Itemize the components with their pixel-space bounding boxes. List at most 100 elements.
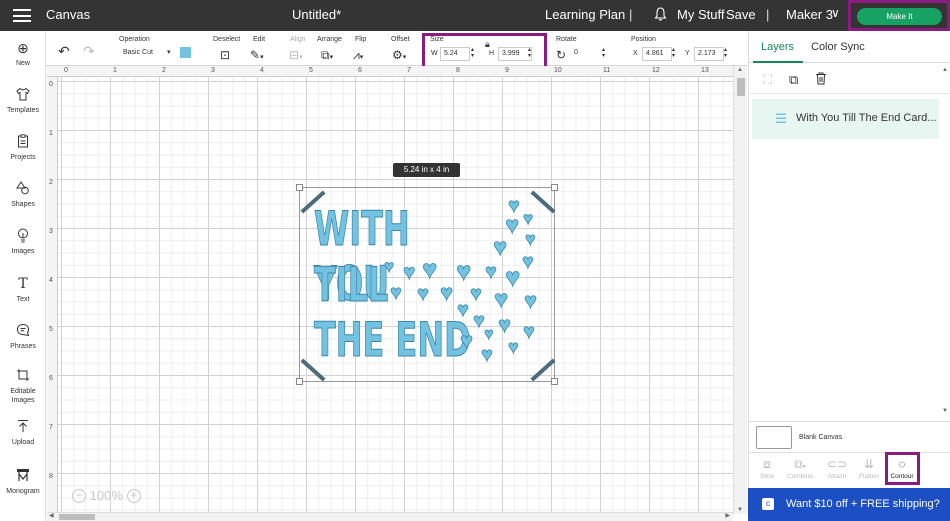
heart-shape: ♥ (470, 283, 483, 305)
scroll-up-arrow-icon[interactable]: ▲ (737, 67, 743, 73)
resize-handle[interactable] (296, 184, 303, 191)
resize-handle[interactable] (551, 378, 558, 385)
ruler-number: 3 (211, 67, 215, 74)
tab-color-sync[interactable]: Color Sync (811, 41, 865, 53)
combine-button[interactable]: ⧉▾ Combine (785, 457, 815, 480)
machine-select[interactable]: Maker 3 (786, 7, 833, 22)
offset-icon[interactable]: ⚙▾ (392, 48, 406, 62)
selected-design[interactable]: WITH YOU TILL THE END ♥ ♥ ♥ ♥ ♥ ♥ ♥ ♥ ♥ … (296, 184, 558, 385)
undo-icon[interactable]: ↶ (58, 43, 70, 60)
zoom-level: 100% (89, 488, 123, 504)
duplicate-icon[interactable]: ⧉ (789, 72, 798, 88)
trash-icon[interactable] (815, 72, 827, 88)
ruler-number: 5 (309, 67, 313, 74)
group-icon[interactable]: ⛶ (763, 72, 772, 88)
sidebar-item-label: Images (11, 248, 35, 255)
layers-scrollbar[interactable]: ▲ ▼ (942, 67, 950, 417)
sidebar-item-editable-images[interactable]: Editable Images (0, 368, 46, 405)
make-it-highlight: Make It (848, 0, 950, 31)
sidebar-item-text[interactable]: T Text (0, 276, 46, 304)
ruler-number: 6 (49, 375, 53, 382)
sidebar-item-shapes[interactable]: Shapes (0, 181, 46, 209)
canvas-color-swatch[interactable] (756, 426, 792, 449)
save-button[interactable]: Save (726, 7, 756, 22)
ruler-number: 4 (260, 67, 264, 74)
heart-shape: ♥ (417, 283, 430, 305)
heart-shape: ♥ (498, 312, 512, 337)
chevron-down-icon[interactable]: ∨ (831, 6, 840, 20)
scroll-thumb[interactable] (737, 78, 745, 96)
heart-shape: ♥ (484, 326, 494, 343)
sidebar-item-phrases[interactable]: Phrases (0, 323, 46, 351)
arrange-icon[interactable]: ⧉▾ (321, 48, 333, 63)
flip-icon[interactable]: ⩘▾ (353, 48, 363, 63)
learning-plan-link[interactable]: Learning Plan (545, 7, 625, 22)
bell-icon[interactable] (654, 7, 667, 24)
position-y-input[interactable]: 2.173 (694, 47, 724, 61)
document-title[interactable]: Untitled* (292, 7, 341, 22)
upload-icon (0, 419, 46, 435)
heart-shape: ♥ (456, 256, 472, 286)
operation-color-swatch[interactable] (180, 47, 191, 58)
sidebar-item-upload[interactable]: Upload (0, 419, 46, 447)
scroll-right-arrow-icon[interactable]: ▶ (725, 512, 730, 519)
shapes-icon (0, 181, 46, 197)
app-title: Canvas (46, 7, 91, 22)
pos-x-stepper[interactable]: ▴ ▾ (672, 47, 675, 59)
projects-icon (0, 134, 46, 150)
heart-shape: ♥ (390, 282, 403, 304)
heart-shape: ♥ (481, 344, 494, 366)
zoom-in-button[interactable]: + (126, 488, 141, 503)
make-it-button[interactable]: Make It (857, 8, 942, 25)
scroll-down-arrow-icon[interactable]: ▼ (737, 507, 743, 513)
sidebar-item-monogram[interactable]: Monogram (0, 468, 46, 496)
scroll-down-arrow-icon[interactable]: ▼ (942, 408, 948, 414)
canvas-vertical-scrollbar[interactable]: ▲ ▼ (733, 66, 747, 514)
heart-shape: ♥ (384, 257, 395, 276)
slice-button[interactable]: ⧈ Slice (752, 457, 782, 480)
attach-button[interactable]: ⊂⊃ Attach (822, 457, 852, 480)
zoom-out-button[interactable]: − (72, 488, 86, 503)
zoom-control: − 100% + (72, 487, 141, 503)
my-stuff-link[interactable]: My Stuff (677, 7, 724, 22)
deselect-label: Deselect (213, 36, 241, 43)
blank-canvas-row[interactable]: Blank Canvas (749, 421, 950, 453)
redo-icon[interactable]: ↷ (83, 43, 95, 60)
promo-banner[interactable]: c Want $10 off + FREE shipping? (748, 488, 950, 521)
position-x-input[interactable]: 4.861 (642, 47, 672, 61)
chevron-down-icon[interactable]: ▾ (167, 48, 171, 56)
card-corner-slot (530, 190, 556, 214)
sidebar-item-templates[interactable]: Templates (0, 87, 46, 115)
scroll-thumb[interactable] (59, 514, 95, 520)
sidebar-item-label: Projects (10, 154, 36, 161)
pencil-icon[interactable]: ✎▾ (250, 48, 264, 62)
hamburger-menu-icon[interactable] (13, 9, 31, 22)
heart-shape: ♥ (460, 328, 474, 353)
heart-shape: ♥ (522, 251, 535, 273)
plus-circle-icon: ⊕ (17, 40, 29, 56)
heart-shape: ♥ (493, 234, 508, 261)
rotate-stepper[interactable]: ▴ ▾ (602, 47, 605, 59)
sidebar-item-new[interactable]: ⊕ New (0, 40, 46, 68)
rotate-input[interactable]: 0 (571, 47, 601, 61)
promo-icon: c (762, 498, 774, 510)
sidebar-item-label: Upload (11, 439, 35, 446)
ruler-number: 0 (64, 67, 68, 74)
layer-item[interactable]: ▬▬ ▬▬ ▬▬ With You Till The End Card... (752, 99, 939, 139)
sidebar-item-label: Phrases (10, 343, 36, 350)
sidebar-item-projects[interactable]: Projects (0, 134, 46, 162)
deselect-icon[interactable]: ⊡ (220, 48, 230, 62)
scroll-left-arrow-icon[interactable]: ◀ (49, 512, 54, 519)
sidebar-item-images[interactable]: Images (0, 228, 46, 256)
flatten-button[interactable]: ⇊ Flatten (854, 457, 884, 480)
ruler-number: 4 (49, 277, 53, 284)
align-icon[interactable]: ⊟▾ (289, 48, 303, 62)
ruler-number: 10 (554, 67, 562, 74)
tab-layers[interactable]: Layers (761, 41, 794, 53)
canvas-horizontal-scrollbar[interactable]: ◀ ▶ (47, 512, 733, 521)
tool-label: Attach (827, 473, 847, 480)
scroll-up-arrow-icon[interactable]: ▲ (942, 67, 948, 73)
resize-handle[interactable] (551, 184, 558, 191)
resize-handle[interactable] (296, 378, 303, 385)
pos-y-stepper[interactable]: ▴ ▾ (724, 47, 727, 59)
